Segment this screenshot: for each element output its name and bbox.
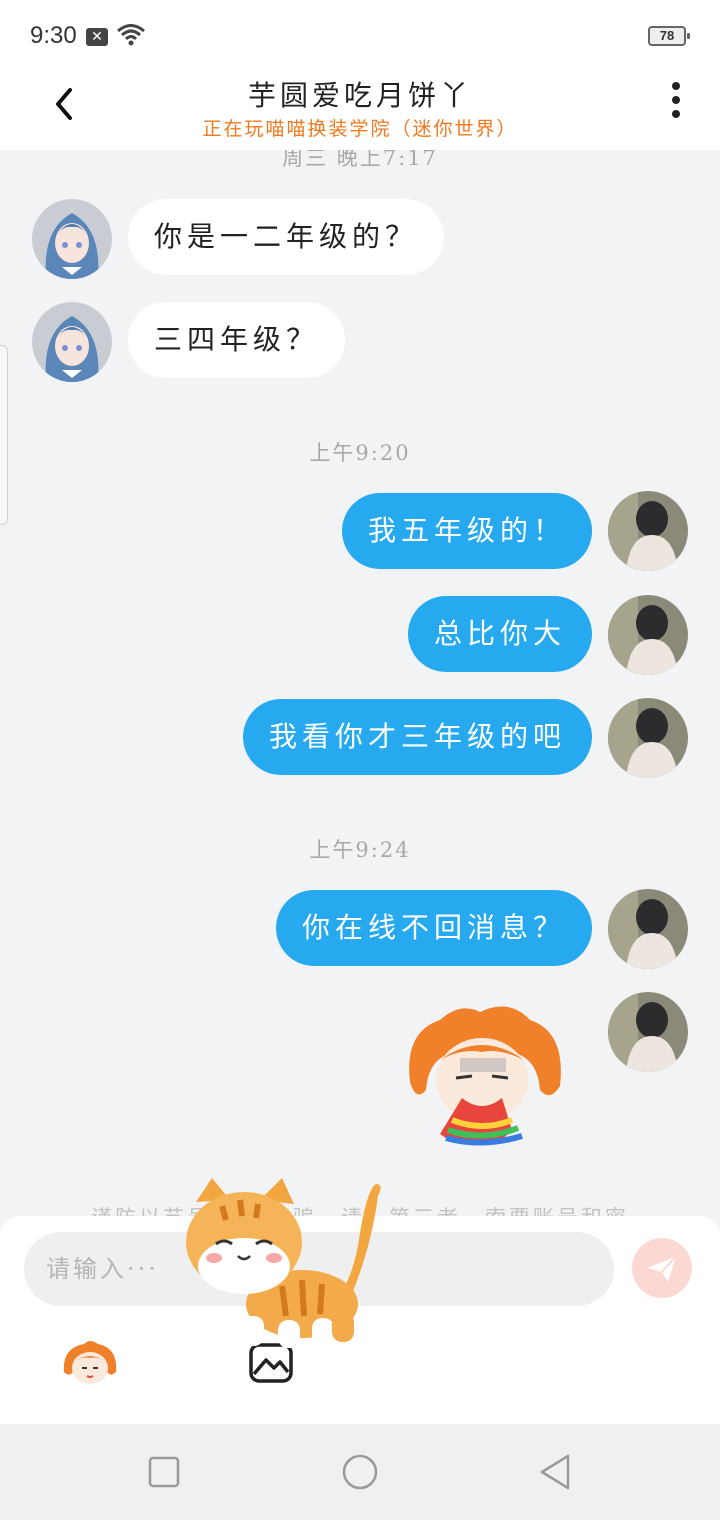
cat-sticker-overlay — [186, 1178, 381, 1348]
side-drawer-handle[interactable] — [0, 345, 8, 525]
photo-avatar-icon — [608, 491, 688, 571]
message-bubble-outgoing[interactable]: 你在线不回消息？ — [275, 890, 592, 966]
photo-avatar-icon — [608, 595, 688, 675]
more-options-button[interactable] — [664, 82, 688, 122]
send-button[interactable] — [632, 1238, 692, 1298]
timestamp-label: 周三 晚上7:17 — [282, 150, 438, 170]
timestamp-label: 上午9:24 — [309, 838, 411, 862]
message-bubble-outgoing[interactable]: 我五年级的！ — [341, 493, 592, 569]
timestamp-label: 上午9:20 — [309, 441, 411, 465]
chat-title: 芋圆爱吃月饼丫 — [247, 79, 472, 112]
my-avatar[interactable] — [608, 698, 688, 778]
photo-avatar-icon — [608, 698, 688, 778]
message-bubble-incoming[interactable]: 你是一二年级的？ — [128, 199, 445, 275]
system-nav-bar — [0, 1424, 720, 1520]
emoji-sticker-button[interactable] — [60, 1338, 120, 1388]
my-avatar[interactable] — [608, 889, 688, 969]
battery-icon: 78 — [648, 26, 690, 46]
notification-x-icon: ✕ — [86, 28, 108, 46]
wifi-icon — [117, 24, 145, 46]
anime-girl-avatar-icon — [32, 302, 112, 382]
rainbow-vomit-sticker[interactable] — [400, 1002, 565, 1148]
chat-messages[interactable]: 周三 晚上7:17 你是一二年级的？ 三四年级？ 上午9:20 我五年级的！ 总… — [0, 150, 720, 1216]
message-bubble-outgoing[interactable]: 我看你才三年级的吧 — [242, 699, 592, 775]
chat-header: 芋圆爱吃月饼丫 正在玩喵喵换装学院（迷你世界） — [0, 72, 720, 150]
my-avatar[interactable] — [608, 992, 688, 1072]
photo-avatar-icon — [608, 889, 688, 969]
home-button[interactable] — [340, 1452, 380, 1492]
back-nav-button[interactable] — [536, 1452, 576, 1492]
contact-avatar[interactable] — [32, 199, 112, 279]
send-paper-plane-icon — [648, 1255, 677, 1282]
more-dot-icon — [672, 110, 680, 118]
status-bar: 9:30 ✕ 78 — [0, 0, 720, 72]
anime-girl-avatar-icon — [32, 199, 112, 279]
contact-avatar[interactable] — [32, 302, 112, 382]
more-dot-icon — [672, 96, 680, 104]
more-dot-icon — [672, 82, 680, 90]
chat-subtitle: 正在玩喵喵换装学院（迷你世界） — [202, 118, 518, 140]
recent-apps-button[interactable] — [144, 1452, 184, 1492]
my-avatar[interactable] — [608, 595, 688, 675]
status-time: 9:30 — [30, 22, 77, 49]
message-bubble-outgoing[interactable]: 总比你大 — [407, 596, 592, 672]
my-avatar[interactable] — [608, 491, 688, 571]
message-bubble-incoming[interactable]: 三四年级？ — [128, 302, 346, 378]
photo-avatar-icon — [608, 992, 688, 1072]
